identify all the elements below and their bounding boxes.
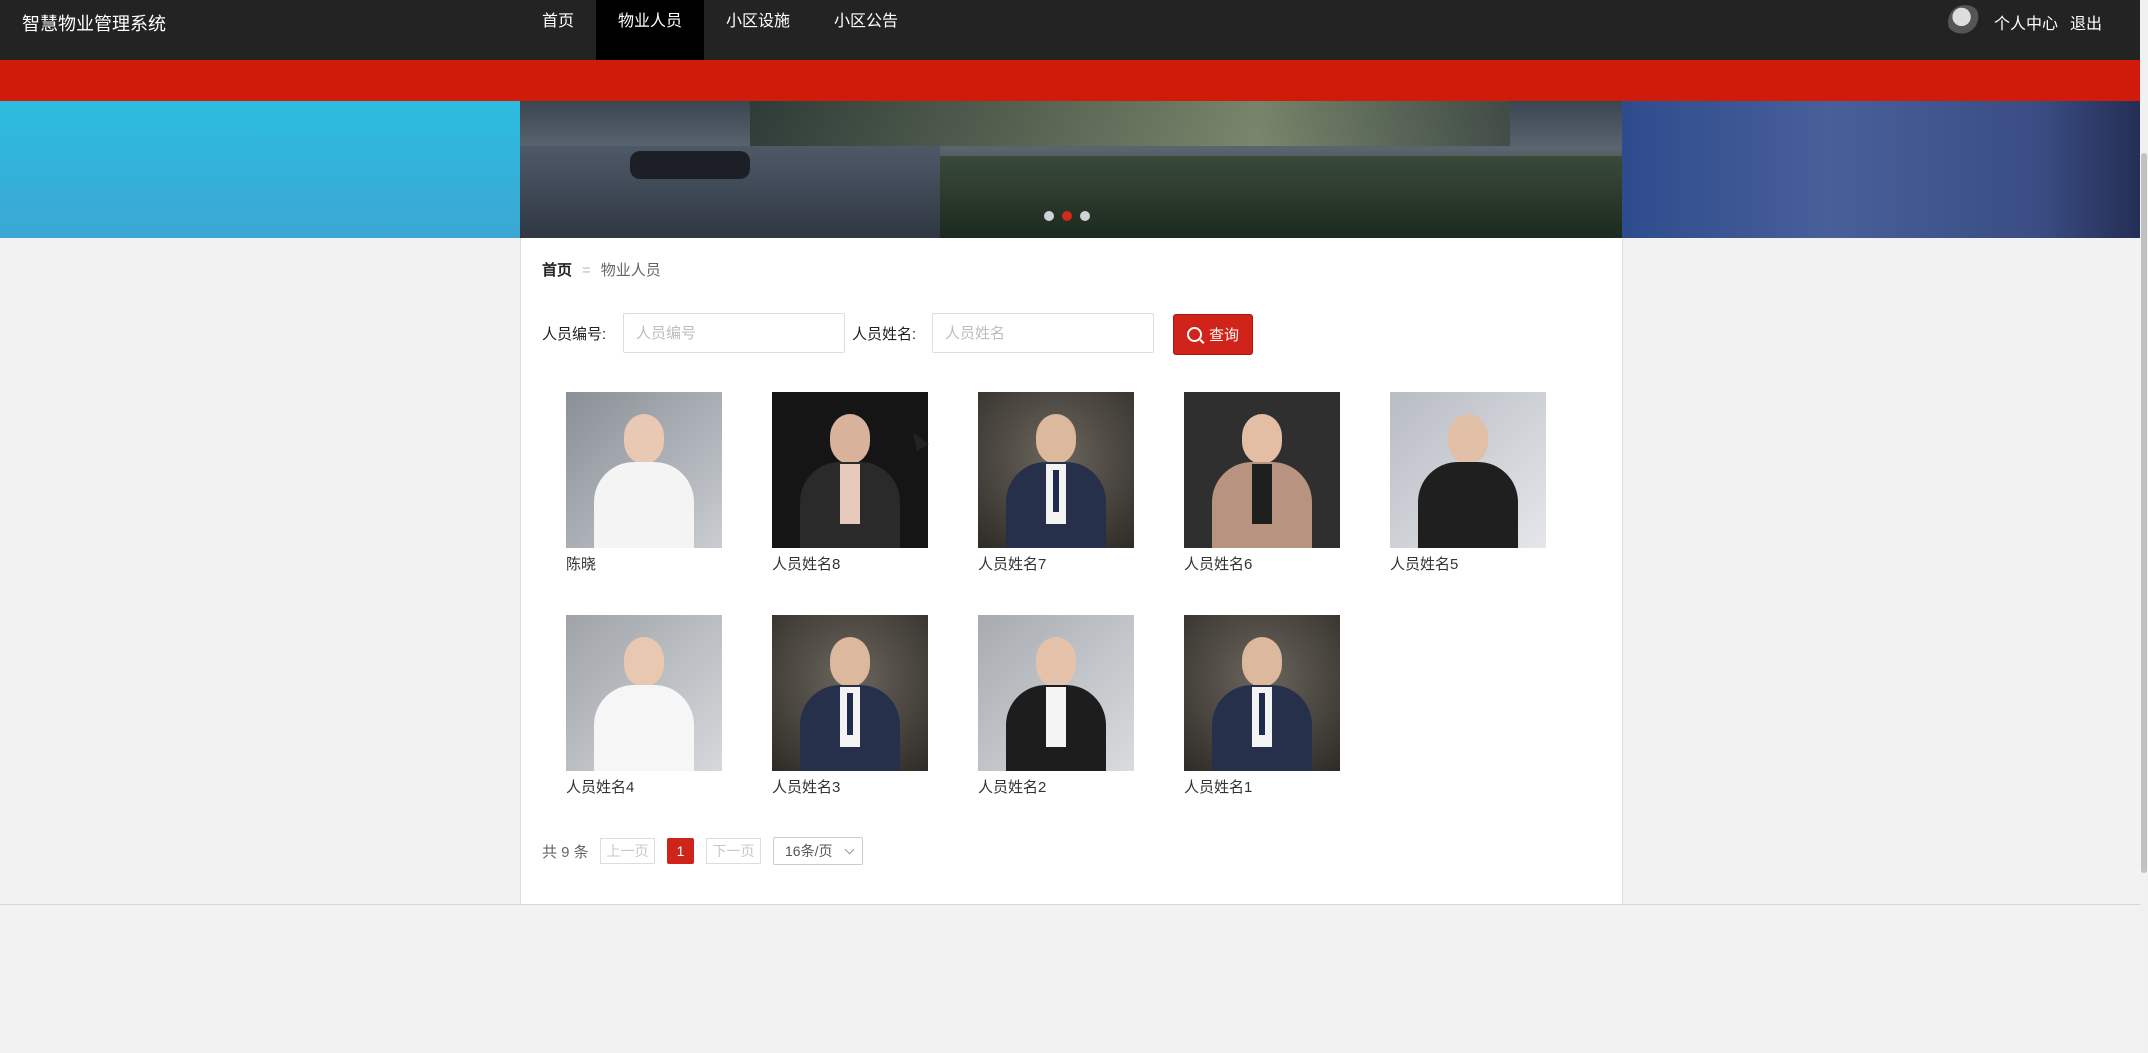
pagination-total: 共 9 条 (542, 844, 589, 861)
staff-name[interactable]: 人员姓名2 (978, 776, 1134, 797)
staff-card[interactable]: 人员姓名2 (978, 615, 1134, 797)
carousel-dot[interactable] (1044, 211, 1054, 221)
breadcrumb-home[interactable]: 首页 (542, 262, 572, 279)
nav-item-home[interactable]: 首页 (523, 0, 593, 60)
staff-name-input[interactable] (932, 313, 1154, 353)
page-size-select[interactable]: 16条/页 (773, 837, 863, 865)
breadcrumb-separator: = (582, 262, 591, 279)
staff-photo[interactable] (1390, 392, 1546, 548)
staff-name[interactable]: 陈晓 (566, 553, 722, 574)
app-title: 智慧物业管理系统 (22, 14, 166, 34)
avatar[interactable] (1947, 5, 1982, 39)
nav-item-facilities[interactable]: 小区设施 (712, 0, 804, 60)
staff-name[interactable]: 人员姓名1 (1184, 776, 1340, 797)
staff-name[interactable]: 人员姓名3 (772, 776, 928, 797)
query-button[interactable]: 查询 (1173, 314, 1253, 355)
staff-name[interactable]: 人员姓名7 (978, 553, 1134, 574)
staff-photo[interactable] (772, 615, 928, 771)
staff-card[interactable]: 人员姓名8 (772, 392, 928, 574)
staff-card[interactable]: 人员姓名4 (566, 615, 722, 797)
accent-bar (0, 60, 2140, 101)
staff-card[interactable]: 人员姓名3 (772, 615, 928, 797)
footer-divider (0, 904, 2140, 905)
staff-photo[interactable] (978, 615, 1134, 771)
staff-name[interactable]: 人员姓名5 (1390, 553, 1546, 574)
carousel-dot[interactable] (1080, 211, 1090, 221)
staff-name-label: 人员姓名: (852, 326, 917, 343)
banner-building (750, 101, 1510, 146)
breadcrumb-current: 物业人员 (600, 262, 661, 279)
staff-name[interactable]: 人员姓名4 (566, 776, 722, 797)
staff-id-label: 人员编号: (542, 326, 607, 343)
search-icon (1186, 327, 1202, 342)
carousel-dot-active[interactable] (1062, 211, 1072, 221)
staff-photo[interactable] (566, 615, 722, 771)
staff-photo[interactable] (1184, 615, 1340, 771)
staff-photo[interactable] (978, 392, 1134, 548)
staff-card[interactable]: 人员姓名1 (1184, 615, 1340, 797)
staff-name[interactable]: 人员姓名6 (1184, 553, 1340, 574)
scrollbar-thumb[interactable] (2141, 153, 2147, 873)
staff-name[interactable]: 人员姓名8 (772, 553, 928, 574)
staff-photo[interactable] (772, 392, 928, 548)
staff-photo[interactable] (566, 392, 722, 548)
staff-card[interactable]: 人员姓名7 (978, 392, 1134, 574)
staff-card[interactable]: 陈晓 (566, 392, 722, 574)
banner-lawn (940, 156, 1622, 238)
staff-photo[interactable] (1184, 392, 1340, 548)
prev-page-button[interactable]: 上一页 (600, 838, 655, 864)
next-page-button[interactable]: 下一页 (706, 838, 761, 864)
chevron-down-icon (844, 844, 855, 855)
hero-side-right (1622, 101, 2140, 238)
page-number-current[interactable]: 1 (667, 838, 694, 864)
user-center-link[interactable]: 个人中心 (1994, 10, 2058, 34)
breadcrumb: 首页 = 物业人员 (542, 259, 661, 280)
user-area: 个人中心 退出 (1947, 5, 2102, 39)
carousel-indicator (1044, 211, 1090, 221)
logout-link[interactable]: 退出 (2070, 10, 2102, 34)
nav-item-notices[interactable]: 小区公告 (820, 0, 912, 60)
hero-side-left (0, 101, 520, 238)
page-size-value: 16条/页 (785, 843, 833, 859)
staff-card[interactable]: 人员姓名6 (1184, 392, 1340, 574)
banner-car (630, 151, 750, 179)
staff-card[interactable]: 人员姓名5 (1390, 392, 1546, 574)
query-button-label: 查询 (1208, 327, 1239, 344)
nav-item-staff[interactable]: 物业人员 (596, 0, 704, 60)
staff-id-input[interactable] (623, 313, 845, 353)
top-nav: 智慧物业管理系统 首页 物业人员 小区设施 小区公告 个人中心 退出 (0, 0, 2140, 60)
